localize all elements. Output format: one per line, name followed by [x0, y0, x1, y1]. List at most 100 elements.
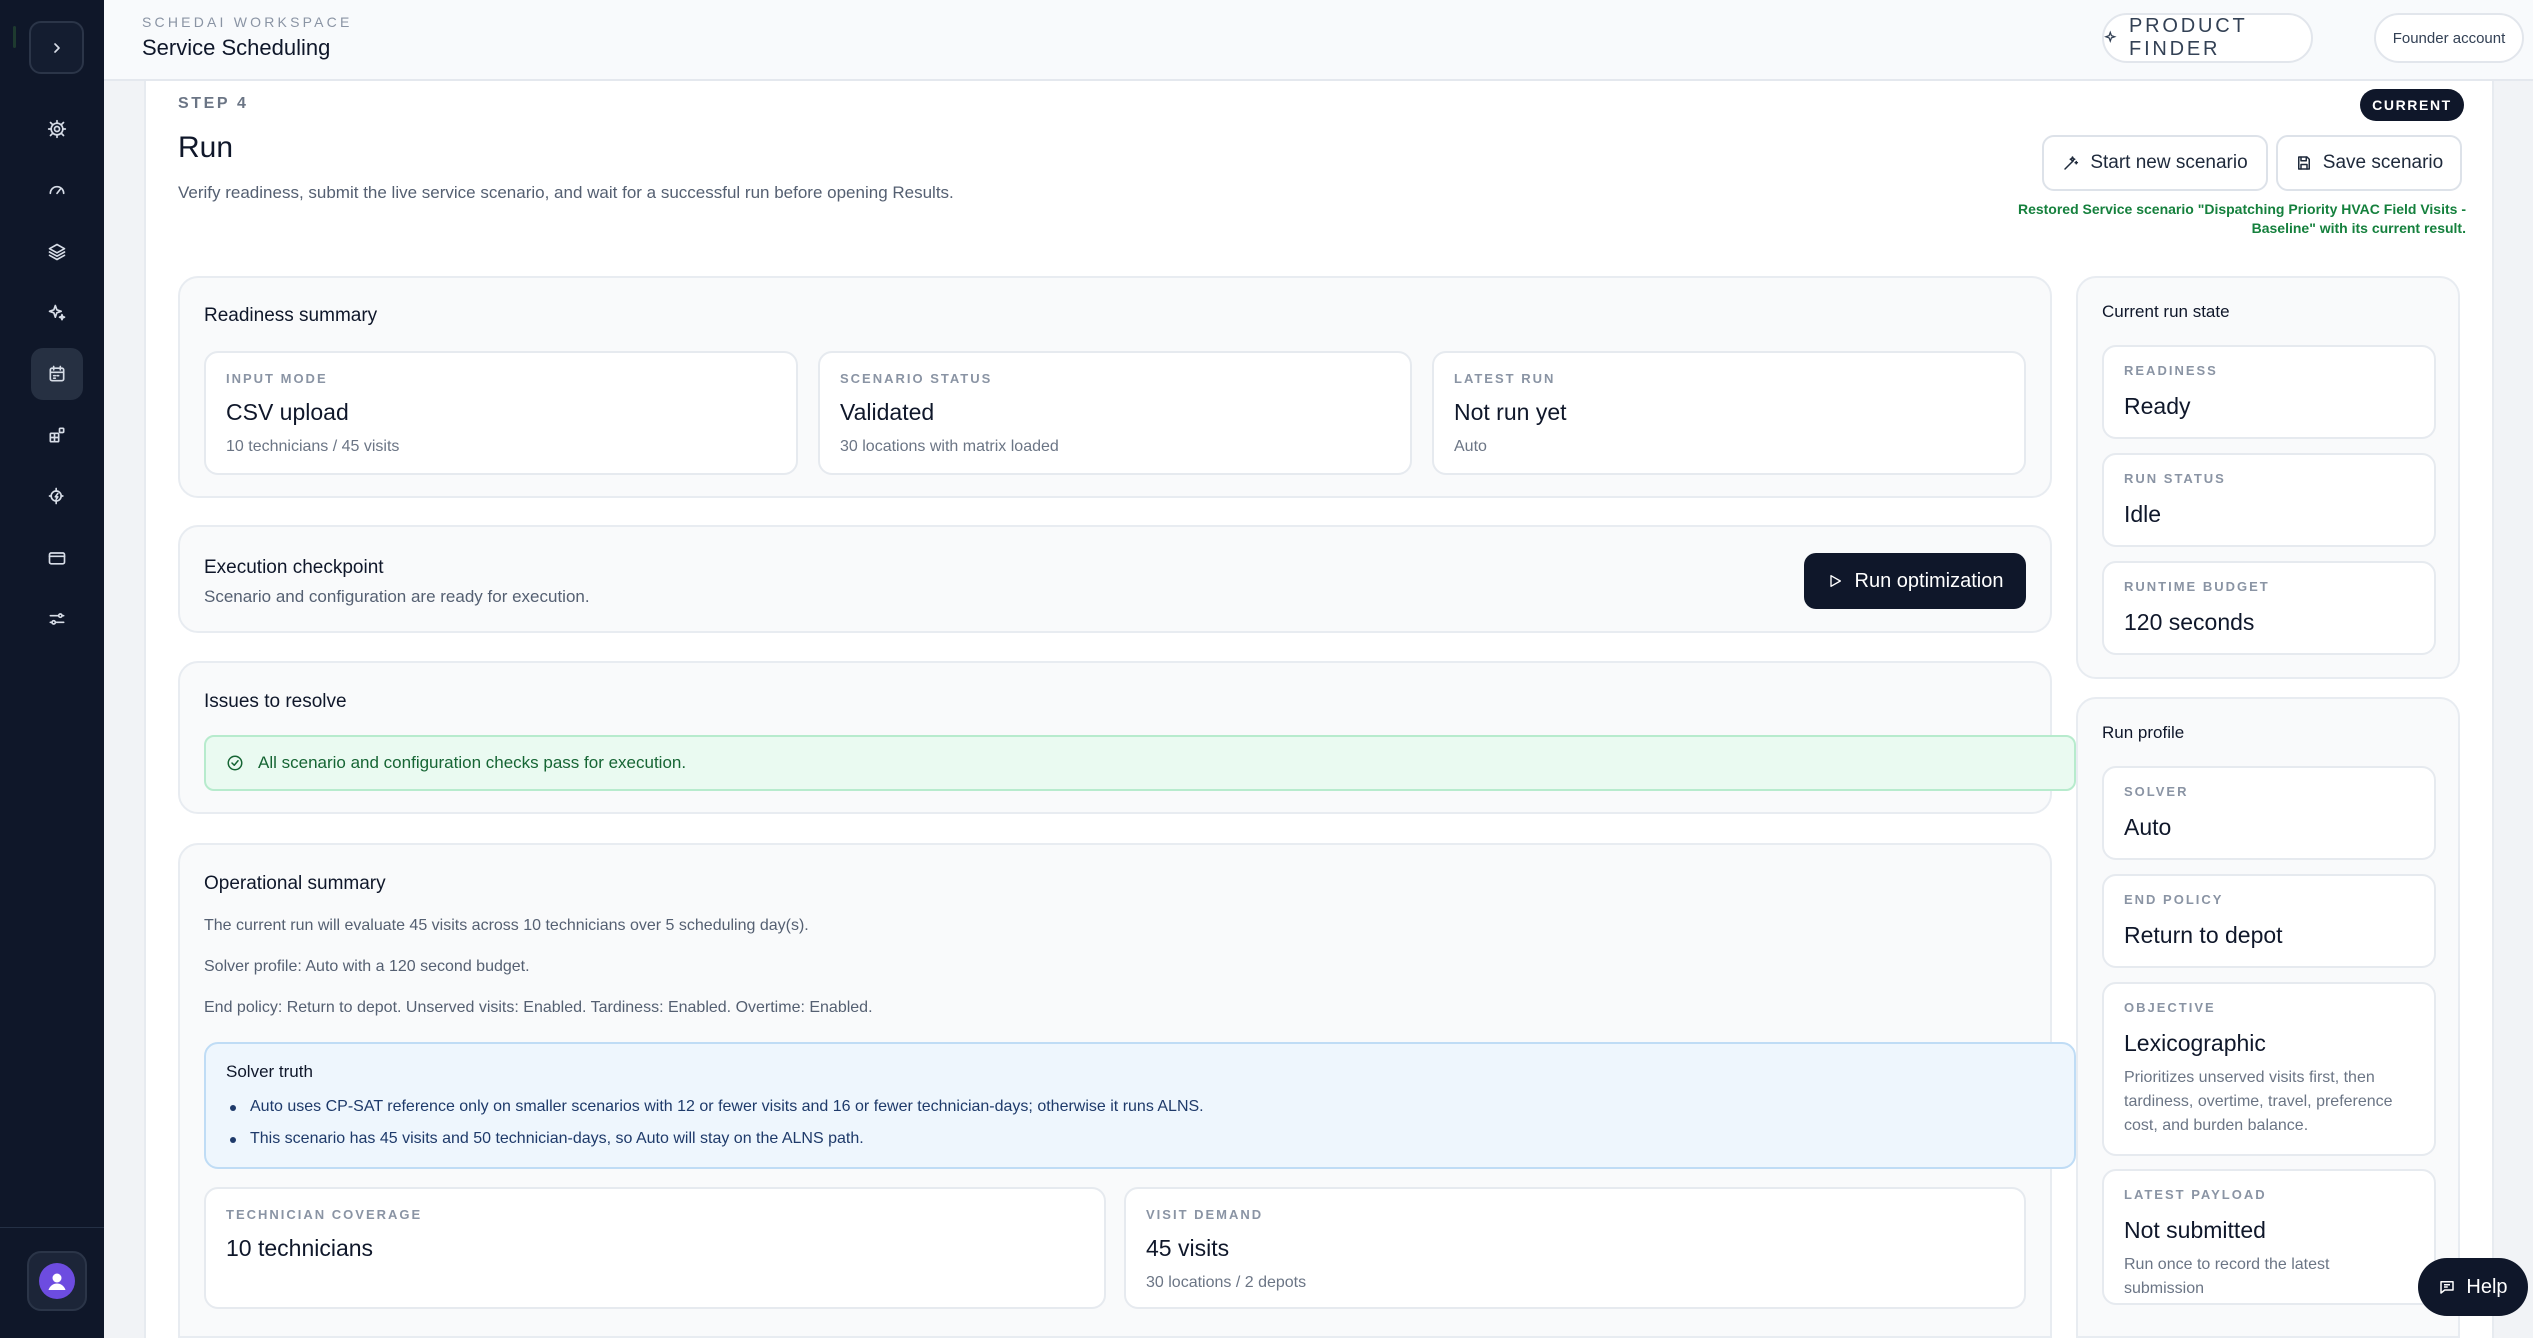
tile-key: RUN STATUS — [2124, 471, 2226, 486]
save-scenario-label: Save scenario — [2322, 152, 2444, 173]
tile-value: CSV upload — [226, 399, 349, 425]
run-status-tile: RUN STATUS Idle — [2102, 453, 2436, 547]
current-step-badge: CURRENT — [2360, 89, 2464, 121]
tile-key: LATEST RUN — [1454, 371, 1556, 386]
issues-panel: Issues to resolve All scenario and confi… — [178, 661, 2076, 814]
sidebar-divider — [0, 1227, 104, 1228]
page-title: Run — [178, 131, 234, 164]
execution-checkpoint-title: Execution checkpoint — [204, 557, 384, 578]
tile-key: LATEST PAYLOAD — [2124, 1187, 2267, 1202]
start-new-scenario-label: Start new scenario — [2090, 152, 2248, 173]
operational-line: End policy: Return to depot. Unserved vi… — [204, 999, 873, 1016]
solver-truth-box: Solver truth Auto uses CP-SAT reference … — [204, 1042, 2076, 1169]
run-profile-title: Run profile — [2102, 723, 2185, 742]
tile-key: OBJECTIVE — [2124, 1000, 2216, 1015]
tile-value: 120 seconds — [2124, 609, 2255, 635]
sidebar-item-automation[interactable] — [31, 470, 83, 522]
technician-coverage-tile: TECHNICIAN COVERAGE 10 technicians — [204, 1187, 1106, 1309]
scenario-status-tile: SCENARIO STATUS Validated 30 locations w… — [818, 351, 1412, 475]
workspace-label: SCHEDAI WORKSPACE — [142, 14, 353, 30]
rail-accent — [13, 26, 16, 48]
readiness-summary-title: Readiness summary — [204, 305, 378, 326]
layers-icon — [48, 243, 66, 261]
step-label: STEP 4 — [178, 95, 249, 112]
solver-tile: SOLVER Auto — [2102, 766, 2436, 860]
settings-icon — [47, 119, 67, 139]
tile-value: Idle — [2124, 501, 2162, 527]
sparkles-icon — [48, 304, 66, 321]
tile-sub: Auto — [1454, 438, 1487, 455]
start-new-scenario-button[interactable]: Start new scenario — [2042, 135, 2268, 191]
runtime-budget-tile: RUNTIME BUDGET 120 seconds — [2102, 561, 2436, 655]
operational-summary-title: Operational summary — [204, 873, 386, 894]
help-button[interactable]: Help — [2418, 1258, 2528, 1316]
sidebar-item-scheduling[interactable] — [31, 348, 83, 400]
visit-demand-tile: VISIT DEMAND 45 visits 30 locations / 2 … — [1124, 1187, 2026, 1309]
chat-icon — [2440, 1281, 2455, 1294]
solver-truth-item: This scenario has 45 visits and 50 techn… — [230, 1130, 864, 1147]
sidebar-item-product-finder[interactable] — [31, 287, 83, 339]
calendar-icon — [49, 365, 65, 382]
current-run-state-title: Current run state — [2102, 302, 2230, 321]
magic-wand-icon — [2064, 156, 2079, 170]
account-button[interactable]: Founder account — [2374, 13, 2524, 63]
end-policy-tile: END POLICY Return to depot — [2102, 874, 2436, 968]
chevron-right-icon — [53, 42, 60, 53]
objective-tile: OBJECTIVE Lexicographic Prioritizes unse… — [2102, 982, 2436, 1156]
tile-key: SOLVER — [2124, 784, 2189, 799]
help-label: Help — [2466, 1275, 2508, 1298]
sidebar-item-blocks[interactable] — [31, 409, 83, 461]
tile-key: SCENARIO STATUS — [840, 371, 993, 386]
user-icon — [48, 1273, 66, 1290]
tile-key: TECHNICIAN COVERAGE — [226, 1207, 423, 1222]
tile-sub: 10 technicians / 45 visits — [226, 438, 400, 455]
tile-sub: Prioritizes unserved visits first, then … — [2124, 1069, 2393, 1134]
operational-line: Solver profile: Auto with a 120 second b… — [204, 958, 530, 975]
tile-key: READINESS — [2124, 363, 2218, 378]
sidebar-item-preferences[interactable] — [31, 593, 83, 645]
cog-bolt-icon — [48, 487, 64, 505]
tile-sub: Run once to record the latest submission — [2124, 1256, 2330, 1297]
run-optimization-label: Run optimization — [1854, 569, 2004, 592]
run-optimization-button[interactable]: Run optimization — [1804, 553, 2026, 609]
sidebar-item-dashboard[interactable] — [31, 164, 83, 216]
sidebar-item-billing[interactable] — [31, 532, 83, 584]
tile-value: Not run yet — [1454, 399, 1567, 425]
readiness-summary-panel: Readiness summary INPUT MODE CSV upload … — [178, 276, 2052, 498]
run-profile-panel: Run profile SOLVER Auto END POLICY Retur… — [2076, 697, 2460, 1338]
check-circle-icon — [227, 755, 243, 771]
save-scenario-button[interactable]: Save scenario — [2276, 135, 2462, 191]
sidebar-toggle-button[interactable] — [29, 21, 84, 74]
sidebar — [0, 0, 104, 1338]
issues-title: Issues to resolve — [204, 691, 347, 712]
operational-summary-panel: Operational summary The current run will… — [178, 843, 2076, 1338]
main-content: STEP 4 Run Verify readiness, submit the … — [144, 81, 2494, 1338]
play-icon — [1829, 575, 1841, 587]
tile-key: VISIT DEMAND — [1146, 1207, 1264, 1222]
solver-truth-title: Solver truth — [226, 1062, 313, 1081]
tile-value: Return to depot — [2124, 922, 2283, 948]
current-run-state-panel: Current run state READINESS Ready RUN ST… — [2076, 276, 2460, 679]
product-finder-label: PRODUCT FINDER — [2129, 15, 2248, 60]
top-header: SCHEDAI WORKSPACE Service Scheduling PRO… — [104, 0, 2533, 81]
avatar — [39, 1263, 75, 1299]
page-description: Verify readiness, submit the live servic… — [178, 183, 954, 202]
latest-run-tile: LATEST RUN Not run yet Auto — [1432, 351, 2026, 475]
tile-value: 10 technicians — [226, 1235, 374, 1261]
user-avatar-button[interactable] — [27, 1251, 87, 1311]
tile-value: Lexicographic — [2124, 1030, 2266, 1056]
execution-checkpoint-panel: Execution checkpoint Scenario and config… — [178, 525, 2052, 633]
tile-value: Auto — [2124, 814, 2172, 840]
tile-value: Not submitted — [2124, 1217, 2266, 1243]
gauge-icon — [49, 185, 65, 195]
sparkles-icon — [2104, 30, 2117, 44]
product-finder-button[interactable]: PRODUCT FINDER — [2102, 13, 2313, 63]
sidebar-item-layers[interactable] — [31, 226, 83, 278]
solver-truth-item: Auto uses CP-SAT reference only on small… — [230, 1098, 1204, 1115]
operational-line: The current run will evaluate 45 visits … — [204, 917, 809, 934]
save-icon — [2297, 156, 2310, 170]
tile-value: Validated — [840, 399, 935, 425]
tile-value: Ready — [2124, 393, 2191, 419]
sidebar-item-settings[interactable] — [31, 103, 83, 155]
input-mode-tile: INPUT MODE CSV upload 10 technicians / 4… — [204, 351, 798, 475]
